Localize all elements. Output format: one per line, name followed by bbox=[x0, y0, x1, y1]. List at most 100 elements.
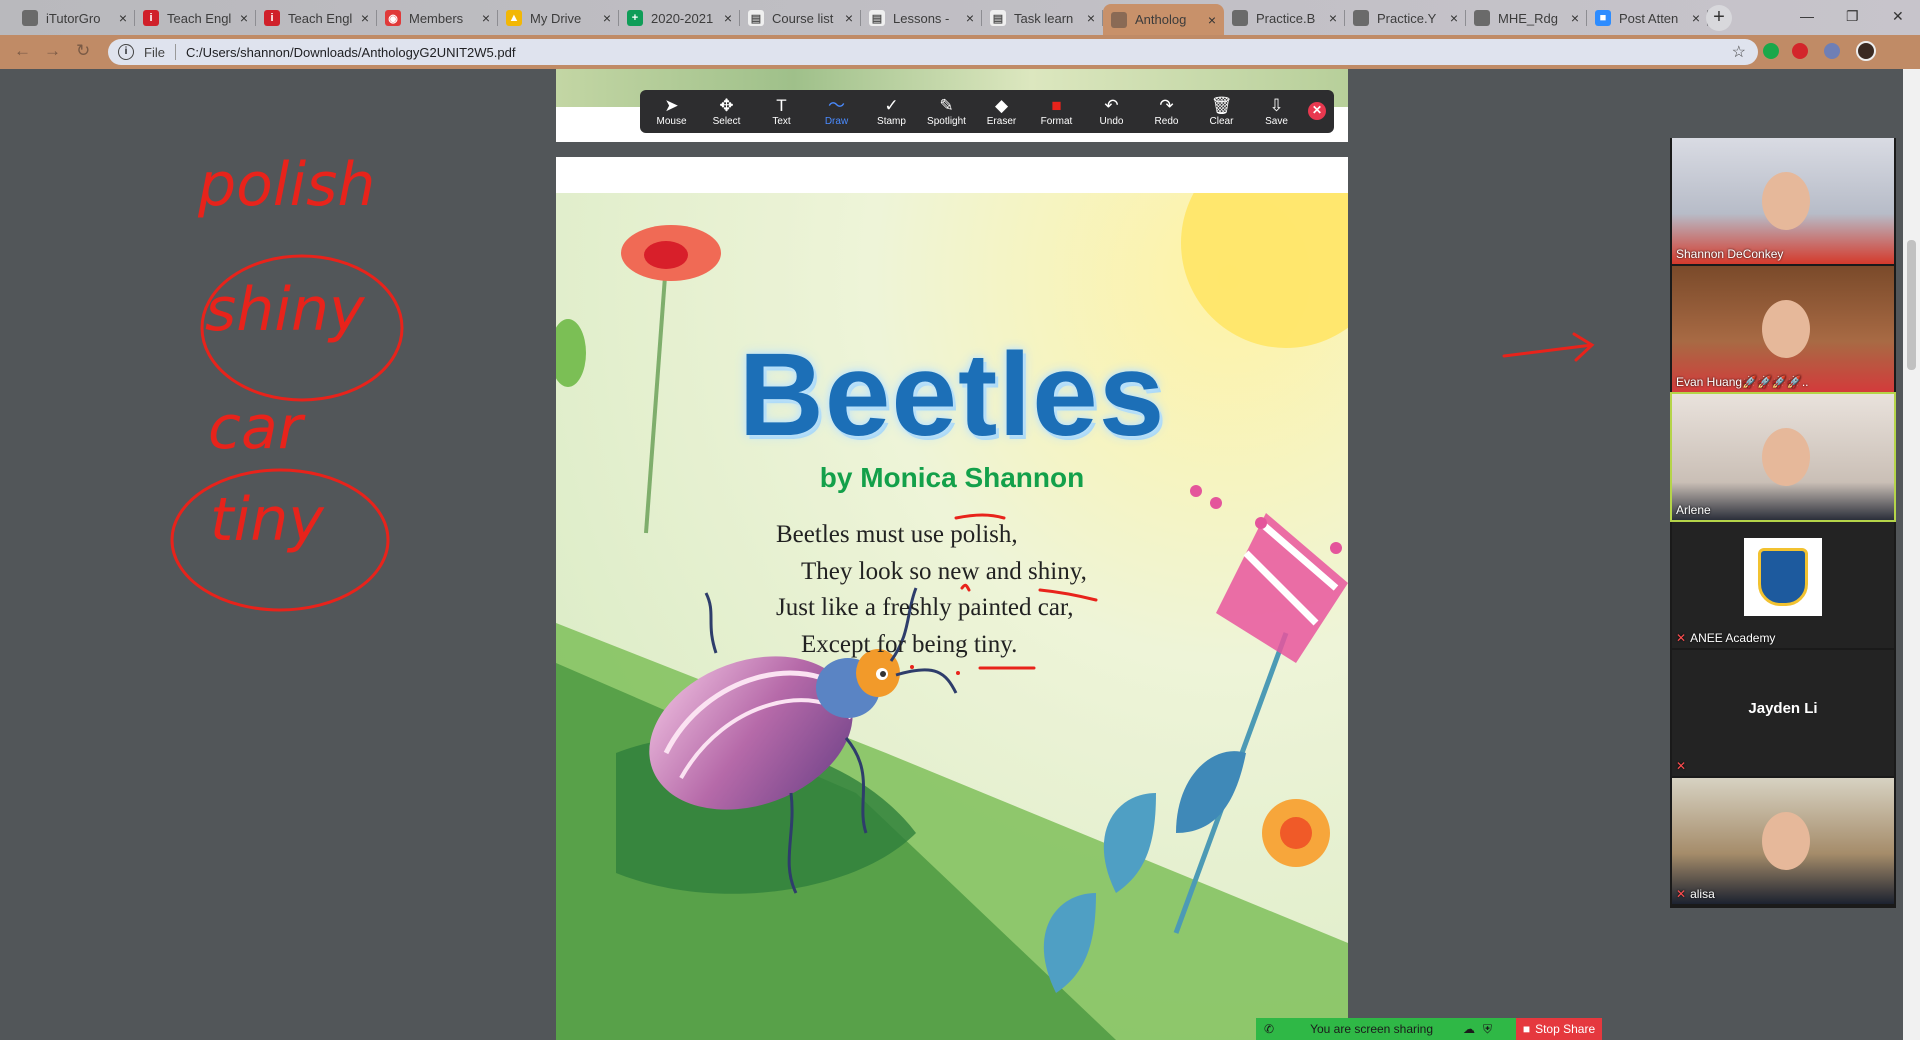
annotate-mouse-button[interactable]: ➤ Mouse bbox=[644, 96, 699, 127]
new-tab-button[interactable]: + bbox=[1706, 5, 1732, 31]
tab-close-icon[interactable]: × bbox=[966, 10, 974, 26]
tab-title: MHE_Rdg bbox=[1498, 10, 1558, 26]
annotate-tool-label: Format bbox=[1040, 116, 1073, 127]
browser-tab[interactable]: ▲ My Drive × bbox=[498, 4, 619, 32]
close-annotation-icon[interactable]: ✕ bbox=[1308, 102, 1326, 120]
browser-tab[interactable]: Practice.Y × bbox=[1345, 4, 1466, 32]
participant-video bbox=[1762, 812, 1810, 870]
page-scrollbar[interactable] bbox=[1903, 69, 1920, 1040]
tab-close-icon[interactable]: × bbox=[1329, 10, 1337, 26]
address-divider bbox=[174, 44, 176, 60]
participant-tile[interactable]: Arlene bbox=[1670, 392, 1896, 522]
screen-share-bar: ✆ You are screen sharing ☁ ⛨ ■ Stop Shar… bbox=[1256, 1018, 1602, 1040]
whiteboard-word: shiny bbox=[205, 275, 366, 345]
browser-tab[interactable]: MHE_Rdg × bbox=[1466, 4, 1587, 32]
browser-tab[interactable]: Antholog × bbox=[1103, 4, 1224, 35]
tab-favicon-icon bbox=[1232, 10, 1248, 26]
annotate-select-button[interactable]: ✥ Select bbox=[699, 96, 754, 127]
annotate-spotlight-button[interactable]: ✎ Spotlight bbox=[919, 96, 974, 127]
poem-line: Except for being tiny. bbox=[801, 630, 1018, 658]
participant-tile[interactable]: Evan Huang🚀🚀🚀🚀.. bbox=[1672, 266, 1894, 392]
annotate-eraser-button[interactable]: ◆ Eraser bbox=[974, 96, 1029, 127]
browser-tab[interactable]: Practice.B × bbox=[1224, 4, 1345, 32]
phone-icon: ✆ bbox=[1264, 1022, 1275, 1036]
extension-puzzle-icon[interactable] bbox=[1824, 43, 1840, 59]
browser-tab[interactable]: ▤ Task learn × bbox=[982, 4, 1103, 32]
poem-line: Just like a freshly painted car, bbox=[776, 594, 1074, 621]
browser-tab[interactable]: i Teach Engl × bbox=[135, 4, 256, 32]
tab-favicon-icon: ■ bbox=[1595, 10, 1611, 26]
stamp-icon: ✓ bbox=[884, 96, 899, 115]
browser-tab[interactable]: ▤ Course list × bbox=[740, 4, 861, 32]
url-text[interactable]: C:/Users/shannon/Downloads/AnthologyG2UN… bbox=[186, 45, 516, 60]
info-icon[interactable]: i bbox=[118, 44, 134, 60]
participant-video bbox=[1762, 300, 1810, 358]
tab-close-icon[interactable]: × bbox=[1450, 10, 1458, 26]
tab-close-icon[interactable]: × bbox=[240, 10, 248, 26]
tab-title: Practice.B bbox=[1256, 10, 1316, 26]
browser-tab[interactable]: iTutorGro × bbox=[14, 4, 135, 32]
tab-close-icon[interactable]: × bbox=[845, 10, 853, 26]
participant-tile[interactable]: ✕ alisa bbox=[1672, 778, 1894, 904]
annotate-text-button[interactable]: T Text bbox=[754, 96, 809, 127]
annotate-undo-button[interactable]: ↶ Undo bbox=[1084, 96, 1139, 127]
tab-close-icon[interactable]: × bbox=[1692, 10, 1700, 26]
tab-close-icon[interactable]: × bbox=[482, 10, 490, 26]
address-bar[interactable]: i File C:/Users/shannon/Downloads/Anthol… bbox=[108, 39, 1758, 65]
participant-gallery: Shannon DeConkey Evan Huang🚀🚀🚀🚀.. Arlene ✕ A… bbox=[1670, 138, 1896, 908]
tab-title: Practice.Y bbox=[1377, 10, 1437, 26]
stop-share-button[interactable]: ■ Stop Share bbox=[1516, 1018, 1602, 1040]
tab-close-icon[interactable]: × bbox=[361, 10, 369, 26]
tab-title: Lessons - bbox=[893, 10, 950, 26]
participant-video bbox=[1762, 428, 1810, 486]
annotate-clear-button[interactable]: 🗑 Clear bbox=[1194, 96, 1249, 127]
whiteboard-word: car bbox=[208, 393, 306, 463]
tab-title: Post Atten bbox=[1619, 10, 1679, 26]
participant-tile[interactable]: Jayden Li ✕ bbox=[1672, 650, 1894, 776]
back-icon[interactable]: ← bbox=[14, 41, 31, 61]
draw-icon: 〜 bbox=[828, 96, 845, 115]
reload-icon[interactable]: ↻ bbox=[76, 41, 90, 61]
pdf-page: Beetles by Monica Shannon Beetles must u… bbox=[556, 157, 1348, 1040]
tab-favicon-icon: i bbox=[264, 10, 280, 26]
browser-tab[interactable]: ▤ Lessons - × bbox=[861, 4, 982, 32]
extension-green-icon[interactable] bbox=[1763, 43, 1779, 59]
tab-close-icon[interactable]: × bbox=[119, 10, 127, 26]
annotate-stamp-button[interactable]: ✓ Stamp bbox=[864, 96, 919, 127]
tab-close-icon[interactable]: × bbox=[1571, 10, 1579, 26]
annotate-redo-button[interactable]: ↷ Redo bbox=[1139, 96, 1194, 127]
browser-tab[interactable]: +2020-2021 × bbox=[619, 4, 740, 32]
bookmark-star-icon[interactable]: ☆ bbox=[1732, 42, 1746, 62]
annotate-draw-button[interactable]: 〜 Draw bbox=[809, 96, 864, 127]
tab-close-icon[interactable]: × bbox=[1208, 12, 1216, 28]
tab-close-icon[interactable]: × bbox=[1087, 10, 1095, 26]
participant-name: Shannon DeConkey bbox=[1676, 247, 1783, 261]
browser-tab[interactable]: ◉ Members × bbox=[377, 4, 498, 32]
close-window-icon[interactable]: ✕ bbox=[1892, 8, 1904, 25]
participant-name-text: alisa bbox=[1690, 887, 1715, 901]
save-icon: ⇩ bbox=[1269, 96, 1284, 115]
browser-tab[interactable]: i Teach Engl × bbox=[256, 4, 377, 32]
eraser-icon: ◆ bbox=[994, 96, 1009, 115]
participant-tile[interactable]: Shannon DeConkey bbox=[1672, 138, 1894, 264]
muted-mic-icon: ✕ bbox=[1676, 759, 1687, 773]
annotate-save-button[interactable]: ⇩ Save bbox=[1249, 96, 1304, 127]
browser-tab[interactable]: ■ Post Atten × bbox=[1587, 4, 1708, 32]
annotate-tool-label: Redo bbox=[1154, 116, 1179, 127]
tab-close-icon[interactable]: × bbox=[603, 10, 611, 26]
format-icon: ■ bbox=[1051, 96, 1062, 115]
participant-name: Evan Huang🚀🚀🚀🚀.. bbox=[1676, 375, 1808, 389]
tab-favicon-icon: ▤ bbox=[748, 10, 764, 26]
restore-icon[interactable]: ❐ bbox=[1846, 8, 1859, 25]
forward-icon[interactable]: → bbox=[44, 41, 61, 61]
extension-red-icon[interactable] bbox=[1792, 43, 1808, 59]
scrollbar-thumb[interactable] bbox=[1907, 240, 1916, 370]
minimize-icon[interactable]: — bbox=[1800, 8, 1814, 24]
annotate-format-button[interactable]: ■ Format bbox=[1029, 96, 1084, 127]
profile-avatar[interactable] bbox=[1856, 41, 1876, 61]
participant-tile[interactable]: ✕ ANEE Academy bbox=[1672, 522, 1894, 648]
participant-name-large: Jayden Li bbox=[1748, 700, 1818, 717]
tab-close-icon[interactable]: × bbox=[724, 10, 732, 26]
cloud-icon: ☁ bbox=[1463, 1022, 1476, 1036]
stop-icon: ■ bbox=[1522, 1022, 1531, 1036]
